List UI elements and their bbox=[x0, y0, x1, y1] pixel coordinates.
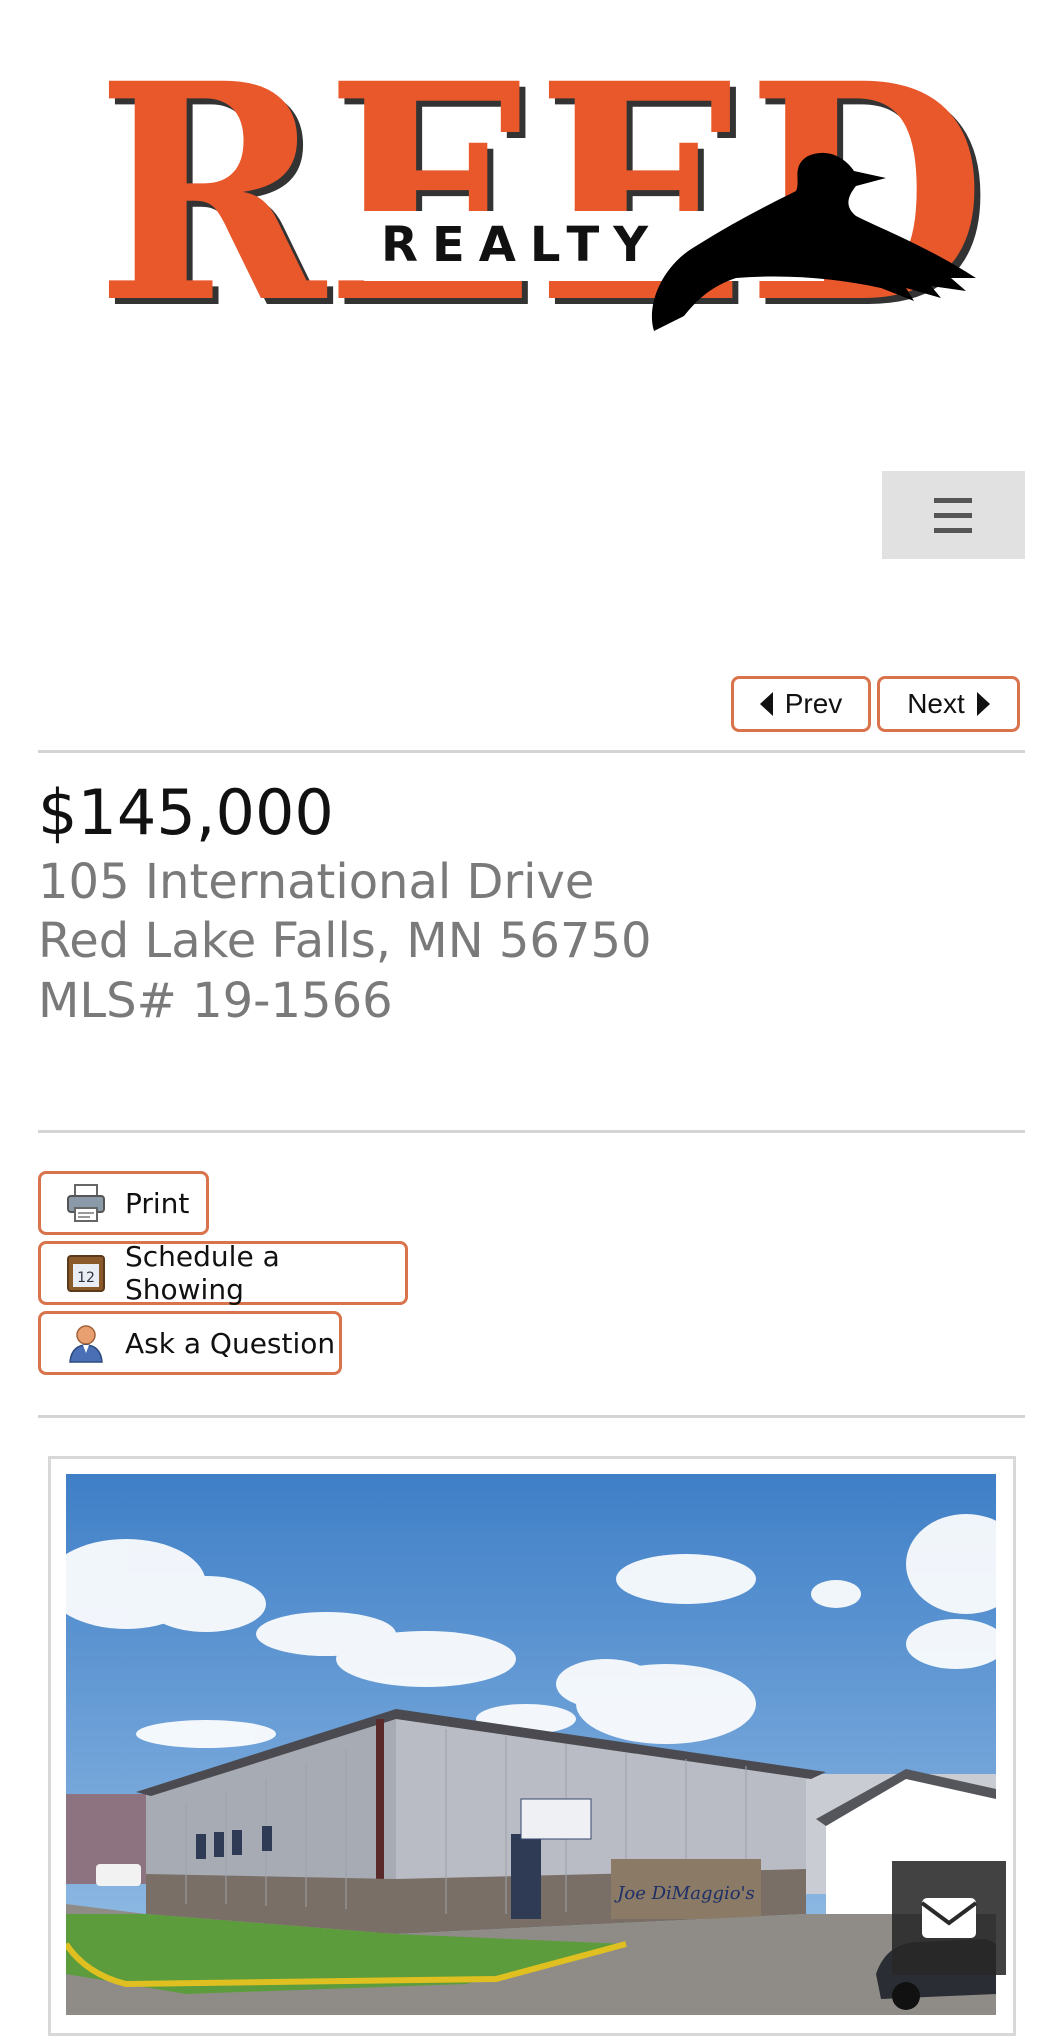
listing-price: $145,000 bbox=[38, 776, 334, 849]
next-button[interactable]: Next bbox=[877, 676, 1020, 732]
listing-street: 105 International Drive bbox=[38, 854, 595, 910]
next-label: Next bbox=[907, 688, 965, 719]
schedule-showing-button[interactable]: 12 Schedule a Showing bbox=[38, 1240, 408, 1306]
property-photo[interactable]: Joe DiMaggio's bbox=[66, 1474, 996, 2015]
print-label: Print bbox=[125, 1186, 190, 1220]
svg-text:12: 12 bbox=[77, 1270, 95, 1286]
menu-button[interactable] bbox=[882, 471, 1025, 559]
building-sign: Joe DiMaggio's bbox=[613, 1883, 755, 1904]
printer-icon bbox=[65, 1182, 107, 1224]
calendar-icon: 12 bbox=[65, 1252, 107, 1294]
divider bbox=[38, 750, 1025, 753]
ask-question-label: Ask a Question bbox=[125, 1326, 336, 1360]
person-icon bbox=[65, 1322, 107, 1364]
divider bbox=[38, 1415, 1025, 1418]
ask-question-button[interactable]: Ask a Question bbox=[38, 1311, 342, 1375]
caret-left-icon bbox=[759, 692, 773, 716]
prev-label: Prev bbox=[784, 688, 843, 719]
logo-subtext: REALTY bbox=[381, 217, 662, 273]
prev-button[interactable]: Prev bbox=[731, 676, 871, 732]
reed-realty-logo[interactable]: REED REED REALTY bbox=[96, 16, 996, 346]
print-button[interactable]: Print bbox=[38, 1171, 209, 1235]
listing-mls-number: MLS# 19-1566 bbox=[38, 973, 393, 1029]
contact-mail-button[interactable] bbox=[892, 1861, 1006, 1975]
caret-right-icon bbox=[976, 692, 990, 716]
listing-city-state-zip: Red Lake Falls, MN 56750 bbox=[38, 913, 652, 969]
divider bbox=[38, 1130, 1025, 1133]
schedule-showing-label: Schedule a Showing bbox=[125, 1240, 280, 1306]
envelope-icon bbox=[920, 1898, 978, 1938]
